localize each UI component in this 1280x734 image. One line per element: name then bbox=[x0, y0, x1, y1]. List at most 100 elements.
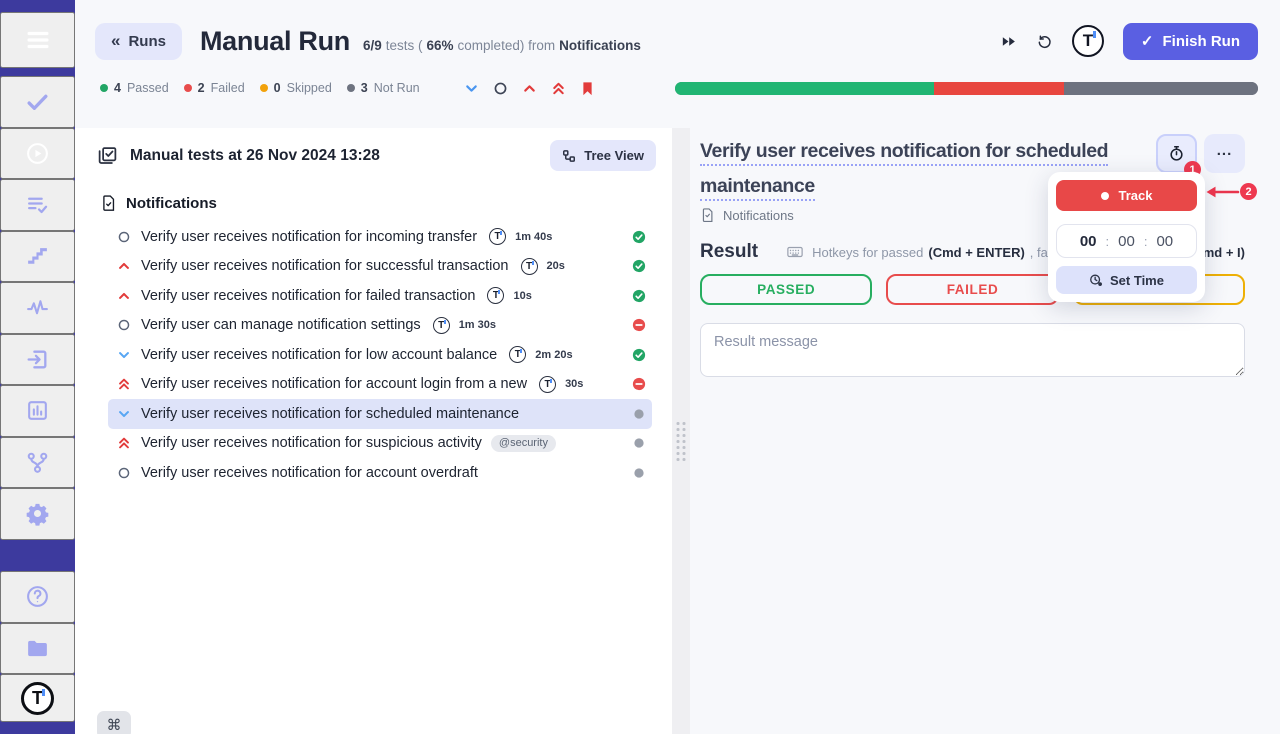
menu-icon[interactable] bbox=[0, 12, 75, 68]
sidebar: T bbox=[0, 0, 75, 734]
test-title: Verify user receives notification for sc… bbox=[141, 406, 519, 422]
sidebar-item-branch[interactable] bbox=[0, 437, 75, 489]
filter-circle-outline-icon[interactable] bbox=[493, 81, 508, 96]
test-title: Verify user receives notification for fa… bbox=[141, 288, 475, 304]
testomat-logo-icon: T bbox=[1072, 25, 1104, 57]
test-row[interactable]: Verify user receives notification for fa… bbox=[108, 281, 652, 311]
import-icon bbox=[25, 347, 50, 372]
branch-icon bbox=[25, 450, 50, 475]
command-palette-button[interactable]: ⌘ bbox=[97, 711, 131, 734]
sidebar-item-bar-chart[interactable] bbox=[0, 385, 75, 437]
chevron-up-icon bbox=[117, 259, 131, 273]
testomat-badge-icon: T bbox=[539, 376, 556, 393]
status-row: 4 Passed 2 Failed 0 Skipped 3 Not Run bbox=[75, 78, 1280, 98]
stairs-icon bbox=[25, 244, 50, 269]
main-area: « Runs Manual Run 6/9 tests ( 66% comple… bbox=[75, 0, 1280, 734]
sidebar-bottom: T bbox=[0, 571, 75, 722]
test-title: Verify user receives notification for su… bbox=[141, 258, 509, 274]
drag-handle-icon[interactable] bbox=[677, 422, 686, 461]
circle-icon bbox=[117, 318, 131, 332]
annotation-arrow: 2 bbox=[1204, 183, 1257, 200]
panel-divider[interactable] bbox=[672, 128, 690, 734]
pulse-icon bbox=[25, 295, 50, 320]
status-chips: 4 Passed 2 Failed 0 Skipped 3 Not Run bbox=[100, 81, 420, 95]
failed-button[interactable]: FAILED bbox=[886, 274, 1058, 305]
test-duration: 10s bbox=[513, 290, 531, 302]
test-row[interactable]: Verify user receives notification for ac… bbox=[108, 370, 652, 400]
time-hours: 00 bbox=[1080, 233, 1097, 250]
test-row[interactable]: Verify user receives notification for su… bbox=[108, 252, 652, 282]
sidebar-item-folder[interactable] bbox=[0, 623, 75, 675]
double-chevron-up-icon bbox=[117, 377, 131, 391]
back-to-runs-button[interactable]: « Runs bbox=[95, 23, 182, 60]
test-row[interactable]: Verify user receives notification for sc… bbox=[108, 399, 652, 429]
test-row[interactable]: Verify user receives notification for ac… bbox=[108, 458, 652, 488]
test-row[interactable]: Verify user receives notification for lo… bbox=[108, 340, 652, 370]
sidebar-item-gear[interactable] bbox=[0, 488, 75, 540]
status-chip-not-run[interactable]: 3 Not Run bbox=[347, 81, 420, 95]
status-chip-passed[interactable]: 4 Passed bbox=[100, 81, 169, 95]
testomat-badge-icon: T bbox=[487, 287, 504, 304]
sidebar-item-list-check[interactable] bbox=[0, 179, 75, 231]
result-message-input[interactable] bbox=[700, 323, 1245, 377]
filter-double-chevron-up-icon[interactable] bbox=[551, 81, 566, 96]
sidebar-item-logo[interactable]: T bbox=[0, 674, 75, 722]
set-time-button[interactable]: Set Time bbox=[1056, 266, 1197, 294]
passed-button[interactable]: PASSED bbox=[700, 274, 872, 305]
time-input[interactable]: 00 : 00 : 00 bbox=[1056, 224, 1197, 258]
sidebar-item-play-circle[interactable] bbox=[0, 128, 75, 180]
filter-chevron-up-icon[interactable] bbox=[522, 81, 537, 96]
gear-icon bbox=[25, 501, 50, 526]
time-minutes: 00 bbox=[1118, 233, 1135, 250]
check-icon bbox=[25, 89, 50, 114]
result-heading: Result bbox=[700, 241, 758, 263]
sidebar-item-check[interactable] bbox=[0, 76, 75, 128]
filter-chevron-down-icon[interactable] bbox=[464, 81, 479, 96]
detail-actions: 1 ... bbox=[1156, 134, 1245, 173]
status-chip-skipped[interactable]: 0 Skipped bbox=[260, 81, 332, 95]
status-dot-icon bbox=[260, 84, 268, 92]
suite-header[interactable]: Notifications bbox=[100, 195, 656, 212]
finish-run-button[interactable]: ✓ Finish Run bbox=[1123, 23, 1258, 60]
test-duration: 30s bbox=[565, 378, 583, 390]
keyboard-icon bbox=[786, 243, 804, 261]
list-check-icon bbox=[25, 192, 50, 217]
tree-view-button[interactable]: Tree View bbox=[550, 140, 656, 171]
filter-bookmark-icon[interactable] bbox=[580, 81, 595, 96]
tree-icon bbox=[562, 149, 576, 163]
test-title: Verify user receives notification for in… bbox=[141, 229, 477, 245]
track-button[interactable]: Track bbox=[1056, 180, 1197, 211]
notrun-status-icon bbox=[632, 466, 646, 480]
percent-completed: 66% bbox=[427, 38, 454, 53]
annotation-badge-2: 2 bbox=[1240, 183, 1257, 200]
track-time-button[interactable]: 1 bbox=[1156, 134, 1197, 173]
retry-timer-icon[interactable] bbox=[1036, 33, 1053, 50]
testomat-badge-icon: T bbox=[509, 346, 526, 363]
more-options-button[interactable]: ... bbox=[1204, 134, 1245, 173]
record-dot-icon bbox=[1101, 192, 1109, 200]
double-chevron-up-icon bbox=[117, 436, 131, 450]
test-row[interactable]: Verify user receives notification for su… bbox=[108, 429, 652, 459]
test-detail-panel: Verify user receives notification for sc… bbox=[690, 128, 1280, 734]
passed-status-icon bbox=[632, 230, 646, 244]
check-icon: ✓ bbox=[1141, 32, 1154, 50]
chevron-up-icon bbox=[117, 289, 131, 303]
test-duration: 20s bbox=[547, 260, 565, 272]
failed-status-icon bbox=[632, 377, 646, 391]
test-row[interactable]: Verify user can manage notification sett… bbox=[108, 311, 652, 341]
sidebar-item-help[interactable] bbox=[0, 571, 75, 623]
test-duration: 2m 20s bbox=[535, 349, 572, 361]
status-dot-icon bbox=[100, 84, 108, 92]
content: Manual tests at 26 Nov 2024 13:28 Tree V… bbox=[75, 128, 1280, 734]
run-progress-summary: 6/9 tests ( 66% completed) from Notifica… bbox=[363, 38, 641, 53]
sidebar-item-stairs[interactable] bbox=[0, 231, 75, 283]
status-chip-failed[interactable]: 2 Failed bbox=[184, 81, 245, 95]
notrun-status-icon bbox=[632, 407, 646, 421]
test-row[interactable]: Verify user receives notification for in… bbox=[108, 222, 652, 252]
sidebar-item-import[interactable] bbox=[0, 334, 75, 386]
time-tracking-popup: Track 00 : 00 : 00 Set Time 2 bbox=[1048, 172, 1205, 302]
sidebar-item-pulse[interactable] bbox=[0, 282, 75, 334]
filter-icons bbox=[464, 81, 595, 96]
test-duration: 1m 40s bbox=[515, 231, 552, 243]
fast-forward-icon[interactable] bbox=[1000, 33, 1017, 50]
